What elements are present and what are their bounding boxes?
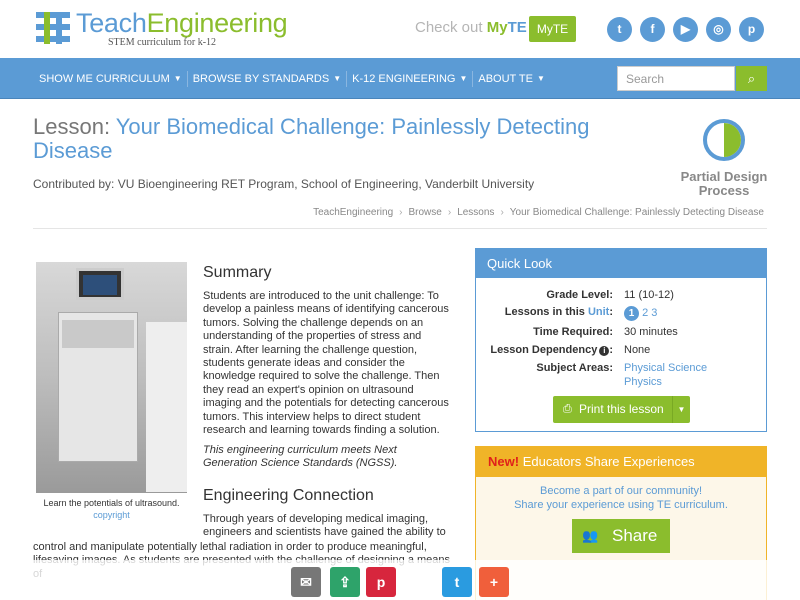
info-icon[interactable]: i [599,346,610,356]
breadcrumb-current: Your Biomedical Challenge: Painlessly De… [509,207,764,218]
image-caption: Learn the potentials of ultrasound. [43,498,180,508]
pinterest-share-icon[interactable]: p [366,567,396,597]
checkout-myte-text: Check out MyTE [415,19,527,36]
floating-share-bar: ✉ ⇪ p t + [0,560,800,600]
chevron-down-icon: ▼ [173,74,182,83]
summary-heading: Summary [203,264,272,281]
social-links: t f ▶ ◎ p [607,17,764,42]
educators-share-heading: New! Educators Share Experiences [476,447,766,477]
instagram-icon[interactable]: ◎ [706,17,731,42]
breadcrumb: TeachEngineering › Browse › Lessons › Your … [313,207,764,218]
share-experience-text: Share your experience using TE curriculu… [514,499,728,511]
print-options-dropdown[interactable]: ▼ [672,396,690,423]
youtube-icon[interactable]: ▶ [673,17,698,42]
twitter-icon[interactable]: t [607,17,632,42]
unit-link[interactable]: Unit [588,306,609,318]
top-bar: TeachEngineering STEM curriculum for k-1… [0,0,800,58]
pinterest-icon[interactable]: p [739,17,764,42]
lesson-other-links[interactable]: 2 3 [642,307,657,319]
site-logo[interactable]: TeachEngineering STEM curriculum for k-1… [36,8,288,48]
subject-physics-link[interactable]: Physics [624,376,662,388]
page-title: Lesson: Your Biomedical Challenge: Painl… [33,114,590,163]
nav-k12-engineering[interactable]: K-12 ENGINEERING ▼ [347,73,472,85]
nav-browse-by-standards[interactable]: BROWSE BY STANDARDS ▼ [188,73,346,85]
subject-physical-science-link[interactable]: Physical Science [624,362,707,374]
logo-mark-icon [36,10,72,46]
search-button[interactable]: ⌕ [736,66,767,91]
logo-title: TeachEngineering [76,8,288,38]
share-icon[interactable]: ⇪ [330,567,360,597]
contributed-by: Contributed by: VU Bioengineering RET Pr… [33,177,535,191]
ultrasound-machine-image[interactable] [36,262,187,493]
breadcrumb-browse[interactable]: Browse [408,207,441,218]
print-lesson-button[interactable]: ⎙ Print this lesson ▼ [553,396,690,423]
quick-look-heading: Quick Look [476,249,766,278]
myte-button[interactable]: MyTE [529,16,576,42]
chevron-down-icon: ▼ [333,74,342,83]
lesson-1-link[interactable]: 1 [624,306,639,321]
engineering-connection-text: Through years of developing medical imag… [203,513,446,539]
nav-about-te[interactable]: ABOUT TE ▼ [473,73,550,85]
ngss-note: This engineering curriculum meets Next G… [203,444,398,470]
main-nav: SHOW ME CURRICULUM ▼ BROWSE BY STANDARDS ▼… [0,58,800,99]
partial-design-process-icon[interactable] [703,119,745,161]
people-icon: 👥 [582,528,599,543]
design-process-label[interactable]: Partial Design Process [674,170,774,198]
community-text: Become a part of our community! [539,485,702,497]
copyright-link[interactable]: copyright [36,510,187,520]
summary-text: Students are introduced to the unit chal… [203,290,449,437]
breadcrumb-home[interactable]: TeachEngineering [313,207,393,218]
engineering-connection-heading: Engineering Connection [203,487,374,504]
share-button[interactable]: 👥 Share [572,519,670,553]
logo-tagline: STEM curriculum for k-12 [108,37,217,48]
search-input[interactable]: Search [617,66,735,91]
facebook-icon[interactable]: f [640,17,665,42]
search-icon: ⌕ [747,71,756,86]
twitter-share-icon[interactable]: t [442,567,472,597]
email-share-icon[interactable]: ✉ [291,567,321,597]
chevron-down-icon: ▼ [459,74,468,83]
header-divider [33,228,767,229]
more-share-icon[interactable]: + [479,567,509,597]
chevron-down-icon: ▼ [536,74,545,83]
nav-show-me-curriculum[interactable]: SHOW ME CURRICULUM ▼ [34,73,187,85]
quick-look-panel: Quick Look Grade Level: 11 (10-12) Lesson… [475,248,767,432]
breadcrumb-lessons[interactable]: Lessons [457,207,494,218]
printer-icon: ⎙ [563,403,572,415]
